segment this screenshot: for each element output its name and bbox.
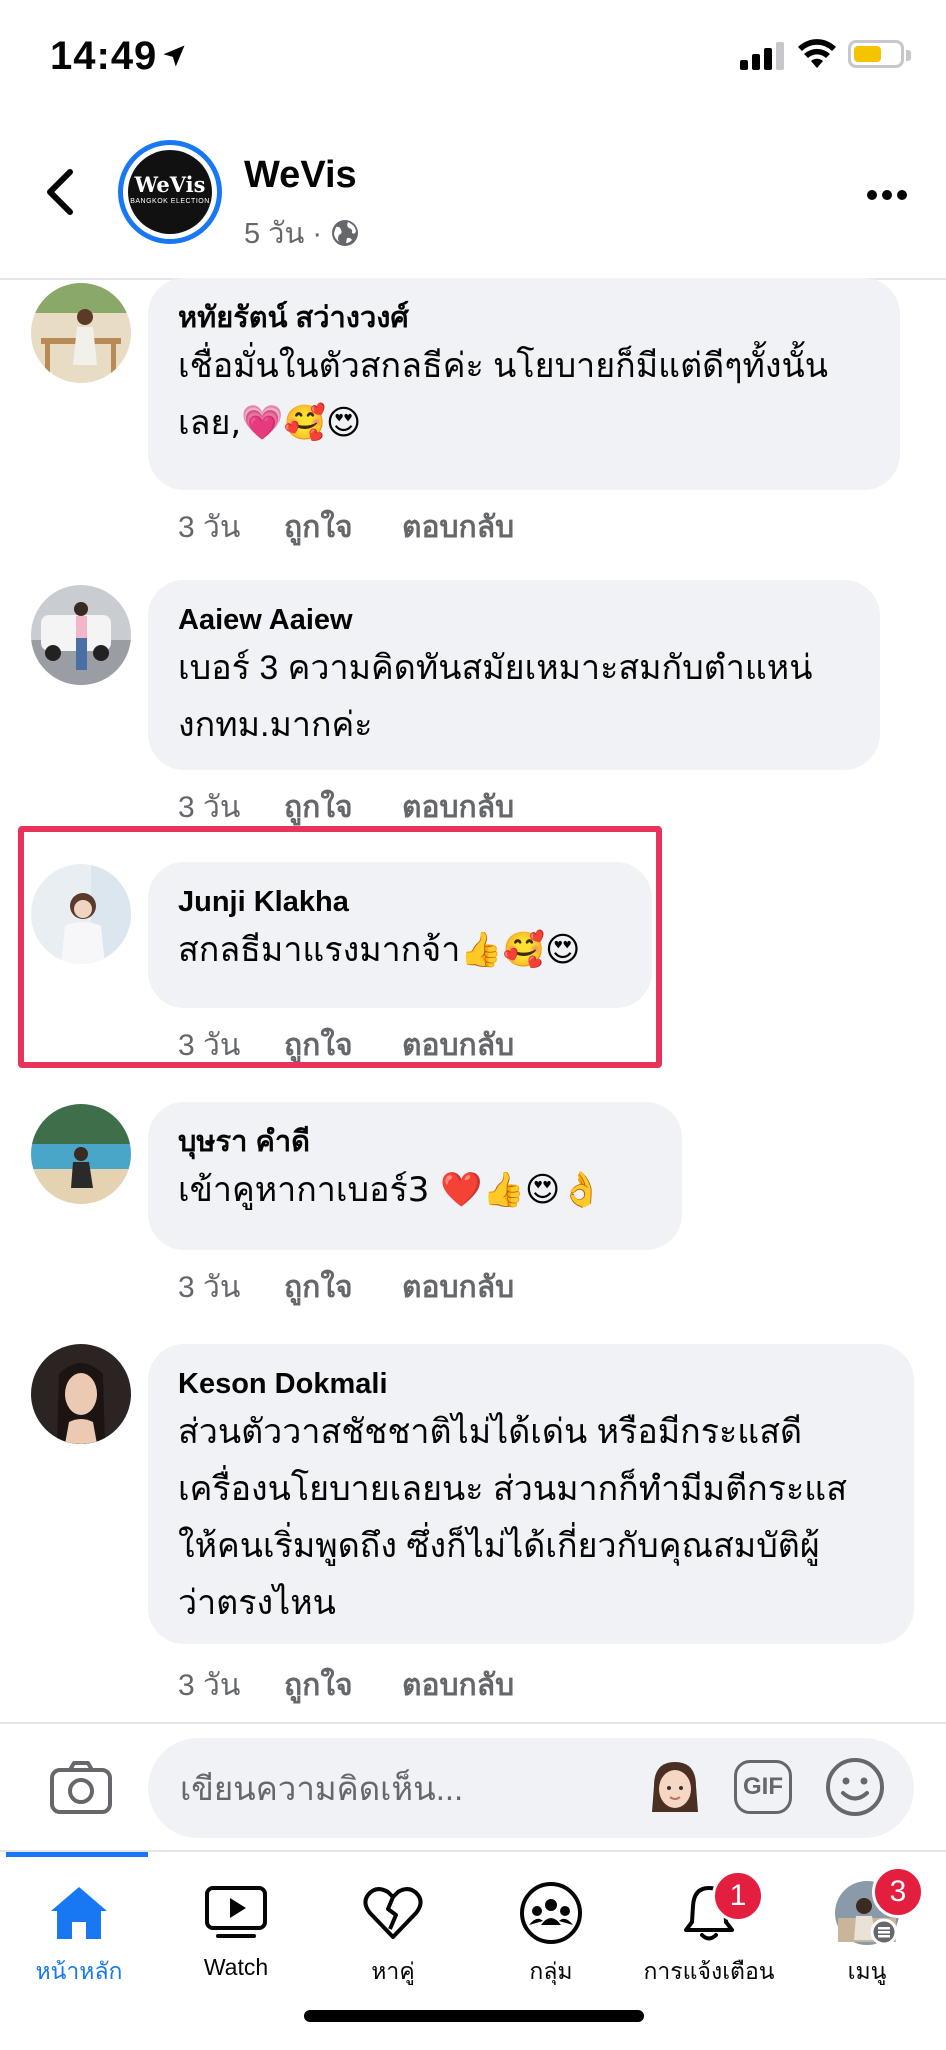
tab-label: หน้าหลัก (35, 1958, 123, 1984)
avatar[interactable] (31, 1344, 131, 1444)
battery-tip (906, 50, 911, 61)
tab-watch[interactable]: Watch (157, 1874, 315, 1994)
comment-composer: GIF (0, 1722, 946, 1852)
comment-line: เลย,💗🥰😍 (178, 403, 362, 443)
comment-bubble[interactable]: Keson Dokmali ส่วนตัววาสชัชชาติไม่ได้เด่… (148, 1344, 914, 1644)
cellular-signal-icon (740, 42, 784, 70)
tab-label: Watch (203, 1954, 269, 1980)
reply-button[interactable]: ตอบกลับ (402, 1662, 514, 1709)
avatar[interactable] (31, 283, 131, 383)
notification-badge: 1 (712, 1870, 764, 1922)
like-button[interactable]: ถูกใจ (284, 784, 353, 831)
comment-author[interactable]: Aaiew Aaiew (178, 602, 850, 638)
gif-button[interactable]: GIF (734, 1760, 792, 1814)
comment-line: ส่วนตัววาสชัชชาติไม่ได้เด่น หรือมีกระแสด… (178, 1413, 803, 1451)
more-options-icon[interactable] (866, 188, 908, 202)
avatar-logo-text: WeVis (134, 172, 206, 197)
comment-author[interactable]: Keson Dokmali (178, 1366, 884, 1402)
post-meta: 5 วัน · (244, 210, 360, 256)
tab-label: การแจ้งเตือน (643, 1958, 775, 1984)
reply-button[interactable]: ตอบกลับ (402, 504, 514, 551)
comment-time: 3 วัน (178, 511, 241, 544)
post-age: 5 วัน · (244, 218, 323, 250)
camera-icon[interactable] (50, 1760, 112, 1814)
comment-line: เชื่อมั่นในตัวสกลธีค่ะ นโยบายก็มีแต่ดีๆท… (178, 347, 829, 385)
comment-line: ให้คนเริ่มพูดถึง ซึ่งก็ไม่ได้เกี่ยวกับคุ… (178, 1527, 820, 1565)
like-button[interactable]: ถูกใจ (284, 1662, 353, 1709)
globe-icon (332, 220, 359, 246)
avatar-subtitle-text: BANGKOK ELECTION (130, 198, 210, 205)
page-avatar-logo: WeVis BANGKOK ELECTION (128, 150, 212, 234)
tab-groups[interactable]: กลุ่ม (472, 1874, 630, 1994)
comment-text: เบอร์ 3 ความคิดทันสมัยเหมาะสมกับตำแหน่ ง… (178, 640, 850, 754)
home-indicator (304, 2010, 644, 2022)
tab-dating[interactable]: หาคู่ (314, 1874, 472, 1994)
comment-text: ส่วนตัววาสชัชชาติไม่ได้เด่น หรือมีกระแสด… (178, 1404, 884, 1632)
watch-icon (205, 1886, 267, 1938)
comment-time: 3 วัน (178, 1271, 241, 1304)
reply-button[interactable]: ตอบกลับ (402, 1264, 514, 1311)
reply-button[interactable]: ตอบกลับ (402, 784, 514, 831)
like-button[interactable]: ถูกใจ (284, 504, 353, 551)
back-arrow-icon[interactable] (40, 164, 80, 220)
comment-input-pill[interactable]: GIF (148, 1738, 914, 1838)
menu-badge: 3 (872, 1866, 924, 1918)
comment-author[interactable]: บุษรา คำดี (178, 1124, 652, 1160)
tab-label: หาคู่ (371, 1958, 415, 1984)
comment-line: เบอร์ 3 ความคิดทันสมัยเหมาะสมกับตำแหน่ (178, 649, 813, 687)
avatar-photo (31, 283, 131, 383)
avatar-photo (31, 1104, 131, 1204)
comment-line: ว่าตรงไหน (178, 1584, 336, 1622)
location-arrow-icon (163, 45, 185, 67)
emoji-smile-icon[interactable] (824, 1756, 886, 1818)
comment-text: เข้าคูหากาเบอร์3 ❤️👍😍👌 (178, 1162, 652, 1219)
tab-label: เมนู (847, 1958, 887, 1984)
home-icon (51, 1887, 107, 1939)
dating-heart-icon (363, 1887, 423, 1939)
comment-bubble[interactable]: บุษรา คำดี เข้าคูหากาเบอร์3 ❤️👍😍👌 (148, 1102, 682, 1250)
tab-label: กลุ่ม (529, 1958, 573, 1984)
groups-icon (520, 1882, 582, 1944)
tab-menu[interactable]: เมนู 3 (788, 1866, 946, 1994)
comment-line: เครื่องนโยบายเลยนะ ส่วนมากก็ทำมีมตีกระแส (178, 1470, 847, 1508)
comment-bubble[interactable]: Aaiew Aaiew เบอร์ 3 ความคิดทันสมัยเหมาะส… (148, 580, 880, 770)
comment-line: เข้าคูหากาเบอร์3 ❤️👍😍👌 (178, 1170, 603, 1210)
page-avatar[interactable]: WeVis BANGKOK ELECTION (118, 140, 222, 244)
avatar[interactable] (31, 1104, 131, 1204)
avatar-photo (31, 1344, 131, 1444)
avatar-sticker-icon[interactable] (644, 1756, 706, 1818)
tab-home[interactable]: หน้าหลัก (0, 1874, 158, 1994)
comment-time: 3 วัน (178, 791, 241, 824)
like-button[interactable]: ถูกใจ (284, 1264, 353, 1311)
comment-text: เชื่อมั่นในตัวสกลธีค่ะ นโยบายก็มีแต่ดีๆท… (178, 338, 870, 452)
comment-time: 3 วัน (178, 1669, 241, 1702)
page-name[interactable]: WeVis (244, 154, 357, 197)
status-bar: 14:49 (0, 0, 946, 118)
tab-notifications[interactable]: การแจ้งเตือน 1 (630, 1870, 788, 1994)
active-tab-indicator (6, 1852, 148, 1857)
avatar-photo (31, 585, 131, 685)
highlight-box (18, 826, 662, 1068)
comment-line: งกทม.มากค่ะ (178, 706, 373, 744)
avatar[interactable] (31, 585, 131, 685)
post-header: WeVis BANGKOK ELECTION WeVis 5 วัน · (0, 118, 946, 280)
comment-input[interactable] (178, 1760, 622, 1818)
comment-bubble[interactable]: หทัยรัตน์ สว่างวงศ์ เชื่อมั่นในตัวสกลธีค… (148, 278, 900, 490)
battery-icon (848, 40, 904, 68)
comment-author[interactable]: หทัยรัตน์ สว่างวงศ์ (178, 300, 870, 336)
status-time: 14:49 (50, 34, 158, 78)
wifi-icon (798, 39, 836, 68)
